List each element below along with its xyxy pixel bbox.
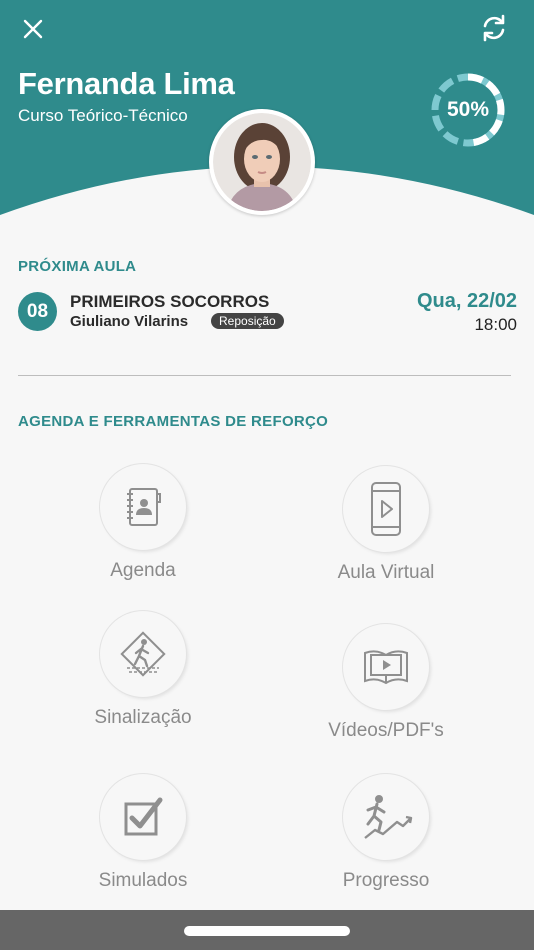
- avatar[interactable]: [209, 109, 315, 215]
- tools-section-title: AGENDA E FERRAMENTAS DE REFORÇO: [18, 413, 329, 430]
- tool-label: Aula Virtual: [337, 562, 435, 583]
- tool-simulados[interactable]: Simulados: [43, 774, 243, 892]
- avatar-photo: [213, 113, 311, 211]
- lesson-number-badge: 08: [18, 292, 57, 331]
- tool-aula-virtual[interactable]: Aula Virtual: [286, 466, 486, 584]
- tool-label: Simulados: [98, 870, 188, 891]
- checkbox-icon: [124, 797, 163, 836]
- course-name: Curso Teórico-Técnico: [18, 106, 188, 125]
- refresh-button[interactable]: [478, 12, 510, 44]
- status-badge: Reposição: [211, 313, 284, 329]
- tool-progresso[interactable]: Progresso: [286, 774, 486, 892]
- tool-agenda[interactable]: Agenda: [43, 464, 243, 582]
- phone-video-icon: [371, 482, 401, 536]
- lesson-title: PRIMEIROS SOCORROS: [70, 292, 270, 311]
- tool-label: Vídeos/PDF's: [328, 720, 444, 741]
- next-lesson-section-title: PRÓXIMA AULA: [18, 258, 137, 275]
- close-icon: [23, 19, 43, 39]
- tool-label: Sinalização: [94, 707, 192, 728]
- progress-runner-icon: [364, 795, 413, 839]
- tool-videos-pdfs[interactable]: Vídeos/PDF's: [286, 624, 486, 742]
- lesson-instructor: Giuliano Vilarins: [70, 313, 189, 330]
- refresh-icon: [483, 14, 505, 42]
- profile-header: Fernanda Lima Curso Teórico-Técnico 50%: [0, 0, 534, 240]
- progress-percentage: 50%: [446, 98, 490, 121]
- tool-label: Progresso: [342, 870, 430, 891]
- home-indicator[interactable]: [184, 926, 350, 936]
- agenda-icon: [127, 488, 161, 526]
- tool-label: Agenda: [110, 560, 176, 581]
- lesson-date: Qua, 22/02: [416, 290, 517, 312]
- close-button[interactable]: [18, 14, 48, 44]
- tool-sinalizacao[interactable]: Sinalização: [43, 611, 243, 729]
- divider: [18, 375, 511, 376]
- user-name: Fernanda Lima: [18, 66, 235, 101]
- lesson-time: 18:00: [474, 315, 517, 334]
- pedestrian-sign-icon: [120, 631, 166, 677]
- book-video-icon: [364, 650, 408, 685]
